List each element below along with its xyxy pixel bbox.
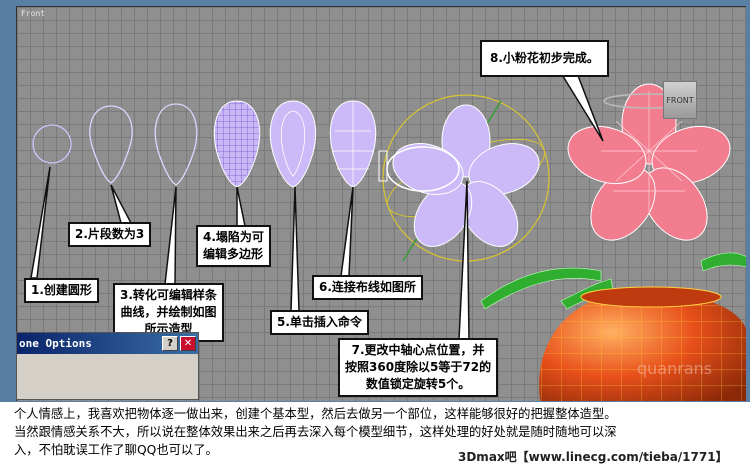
callout-6-pointer bbox=[340, 186, 354, 277]
callout-step-8: 8.小粉花初步完成。 bbox=[480, 40, 609, 77]
callout-2-pointer bbox=[110, 184, 133, 224]
callout-1-pointer bbox=[30, 166, 51, 279]
view-cube[interactable]: FRONT bbox=[663, 81, 697, 119]
site-watermark: 3Dmax吧【www.linecg.com/tieba/1771】 bbox=[458, 450, 728, 464]
options-dialog[interactable]: one Options ? ✕ bbox=[16, 332, 199, 400]
callout-step-8-text: 8.小粉花初步完成。 bbox=[490, 51, 599, 65]
pot-watermark-text: quanrans bbox=[637, 359, 713, 378]
callout-step-7: 7.更改中轴心点位置，并 按照360度除以5等于72的 数值锁定旋转5个。 bbox=[338, 338, 499, 397]
callout-step-4-line1: 4.塌陷为可 bbox=[203, 230, 264, 244]
callout-step-1: 1.创建圆形 bbox=[24, 278, 99, 303]
caption-line-1: 个人情感上，我喜欢把物体逐一做出来，创建个基本型，然后去做另一个部位，这样能够很… bbox=[14, 407, 617, 421]
callout-step-5-text: 5.单击插入命令 bbox=[277, 315, 362, 329]
callout-4-pointer bbox=[236, 186, 246, 227]
callout-step-3-line2: 曲线，并绘制如图 bbox=[120, 305, 217, 319]
close-button[interactable]: ✕ bbox=[180, 336, 196, 351]
step3-spline-shape bbox=[154, 103, 198, 186]
callout-step-2: 2.片段数为3 bbox=[68, 222, 152, 247]
callout-step-6-text: 6.连接布线如图所 bbox=[319, 280, 416, 294]
callout-step-5: 5.单击插入命令 bbox=[270, 310, 369, 335]
callout-step-4-line2: 编辑多边形 bbox=[203, 247, 264, 261]
step4-poly-petal bbox=[213, 100, 261, 188]
callout-step-6: 6.连接布线如图所 bbox=[312, 275, 423, 300]
step2-segment-shape bbox=[89, 105, 133, 184]
callout-step-2-text: 2.片段数为3 bbox=[75, 227, 145, 241]
step5-inserted-petal bbox=[269, 100, 317, 188]
callout-step-7-line1: 7.更改中轴心点位置，并 bbox=[351, 343, 485, 357]
callout-step-4: 4.塌陷为可 编辑多边形 bbox=[196, 225, 271, 267]
step1-circle bbox=[32, 124, 72, 164]
caption-line-2: 当然跟情感关系不大，所以说在整体效果出来之后再去深入每个模型细节，这样处理的好处… bbox=[14, 425, 617, 439]
callout-step-7-line2: 按照360度除以5等于72的 bbox=[345, 360, 492, 374]
callout-5-pointer bbox=[290, 186, 300, 312]
callout-step-3-line1: 3.转化可编辑样条 bbox=[120, 288, 217, 302]
callout-step-1-text: 1.创建圆形 bbox=[31, 283, 92, 297]
callout-3-pointer bbox=[164, 186, 177, 285]
callout-step-7-line3: 数值锁定旋转5个。 bbox=[365, 377, 471, 391]
help-button[interactable]: ? bbox=[162, 336, 178, 351]
